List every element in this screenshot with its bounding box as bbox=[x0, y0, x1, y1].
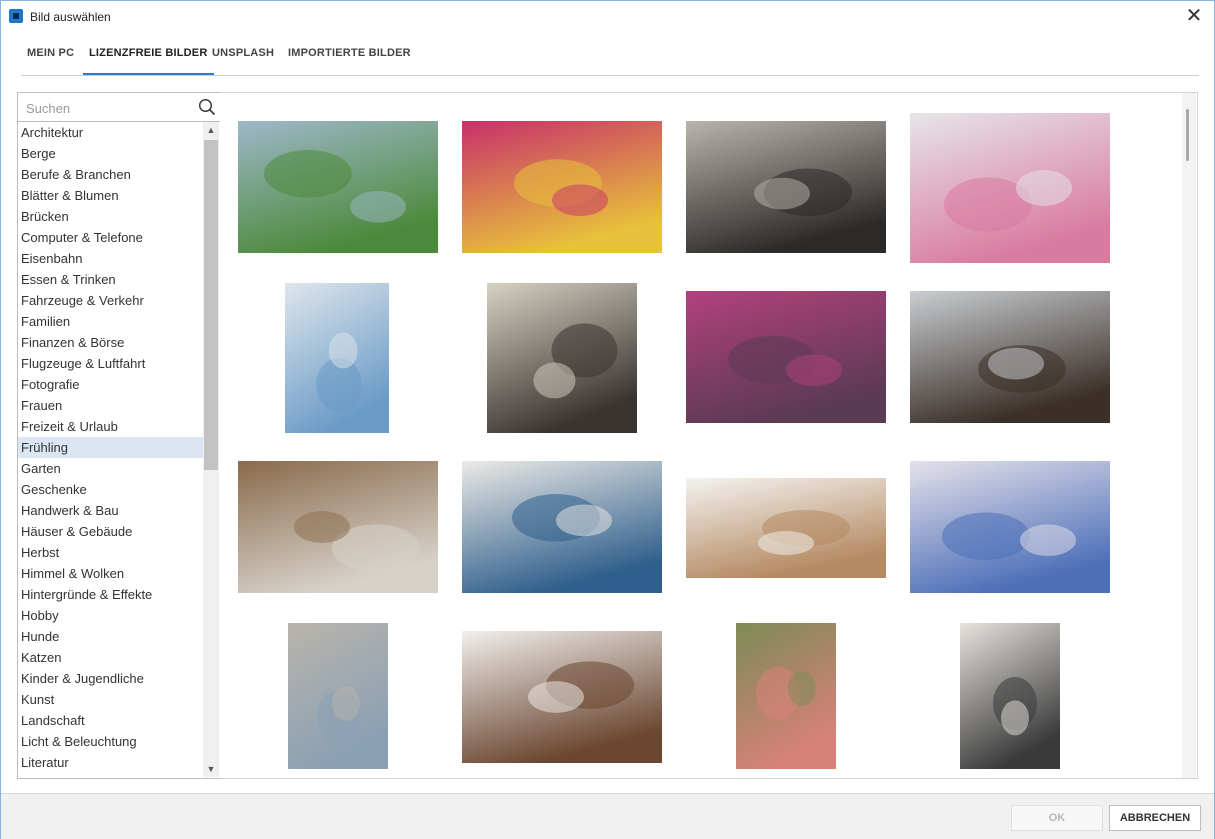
category-panel: ArchitekturBergeBerufe & BranchenBlätter… bbox=[17, 92, 221, 779]
category-item[interactable]: Fotografie bbox=[18, 374, 203, 395]
category-item[interactable]: Licht & Beleuchtung bbox=[18, 731, 203, 752]
category-item[interactable]: Berge bbox=[18, 143, 203, 164]
category-item[interactable]: Häuser & Gebäude bbox=[18, 521, 203, 542]
image-grid bbox=[220, 92, 1198, 779]
category-item[interactable]: Hobby bbox=[18, 605, 203, 626]
scroll-up-icon[interactable]: ▲ bbox=[203, 122, 219, 138]
tulips-photo[interactable] bbox=[462, 121, 662, 253]
scroll-down-icon[interactable]: ▼ bbox=[203, 761, 219, 777]
category-item[interactable]: Kunst bbox=[18, 689, 203, 710]
kitchen-pouring-photo[interactable] bbox=[960, 623, 1060, 769]
teacup-hands-photo[interactable] bbox=[285, 283, 389, 433]
category-item[interactable]: Berufe & Branchen bbox=[18, 164, 203, 185]
image-picker-dialog: Bild auswählen ✕ MEIN PC LIZENZFREIE BIL… bbox=[0, 0, 1215, 839]
category-item[interactable]: Brücken bbox=[18, 206, 203, 227]
category-item[interactable]: Literatur bbox=[18, 752, 203, 773]
category-scrollbar[interactable]: ▲ ▼ bbox=[203, 122, 219, 777]
close-icon[interactable]: ✕ bbox=[1182, 5, 1206, 27]
search-input[interactable] bbox=[24, 97, 193, 119]
category-item[interactable]: Eisenbahn bbox=[18, 248, 203, 269]
coffee-table-photo[interactable] bbox=[462, 631, 662, 763]
writing-desk-photo[interactable] bbox=[686, 478, 886, 578]
title-bar: Bild auswählen ✕ bbox=[1, 1, 1214, 32]
category-item[interactable]: Frauen bbox=[18, 395, 203, 416]
grape-hyacinth-photo[interactable] bbox=[910, 461, 1110, 593]
woman-field-photo[interactable] bbox=[288, 623, 388, 769]
category-item[interactable]: Katzen bbox=[18, 647, 203, 668]
cancel-button[interactable]: ABBRECHEN bbox=[1109, 805, 1201, 831]
category-item[interactable]: Architektur bbox=[18, 122, 203, 143]
category-item[interactable]: Hunde bbox=[18, 626, 203, 647]
scrollbar-thumb[interactable] bbox=[204, 140, 218, 470]
dialog-footer: OK ABBRECHEN bbox=[1, 793, 1214, 839]
tab-lizenzfreie-bilder[interactable]: LIZENZFREIE BILDER bbox=[83, 33, 214, 75]
category-item[interactable]: Blätter & Blumen bbox=[18, 185, 203, 206]
tab-importierte-bilder[interactable]: IMPORTIERTE BILDER bbox=[282, 33, 417, 74]
category-item[interactable]: Finanzen & Börse bbox=[18, 332, 203, 353]
woman-cafe-photo[interactable] bbox=[462, 461, 662, 593]
ok-button[interactable]: OK bbox=[1011, 805, 1103, 831]
search-icon[interactable] bbox=[198, 98, 216, 116]
category-item[interactable]: Fahrzeuge & Verkehr bbox=[18, 290, 203, 311]
category-item[interactable]: Herbst bbox=[18, 542, 203, 563]
tree-meadow-photo[interactable] bbox=[238, 121, 438, 253]
category-item[interactable]: Frühling bbox=[18, 437, 203, 458]
category-item[interactable]: Hintergründe & Effekte bbox=[18, 584, 203, 605]
category-item[interactable]: Flugzeuge & Luftfahrt bbox=[18, 353, 203, 374]
window-title: Bild auswählen bbox=[30, 10, 111, 24]
garden-trowel-soil-photo[interactable] bbox=[910, 291, 1110, 423]
scrollbar-thumb[interactable] bbox=[1186, 109, 1189, 161]
category-item[interactable]: Geschenke bbox=[18, 479, 203, 500]
category-item[interactable]: Computer & Telefone bbox=[18, 227, 203, 248]
category-list: Architektur Berge Berufe & Branchen Blätter… bbox=[18, 122, 203, 777]
category-item[interactable]: Himmel & Wolken bbox=[18, 563, 203, 584]
easter-eggs-nest-photo[interactable] bbox=[686, 121, 886, 253]
category-item[interactable]: Familien bbox=[18, 311, 203, 332]
flower-market-photo[interactable] bbox=[736, 623, 836, 769]
app-icon bbox=[9, 9, 23, 23]
category-item[interactable]: Garten bbox=[18, 458, 203, 479]
category-item[interactable]: Freizeit & Urlaub bbox=[18, 416, 203, 437]
category-item[interactable]: Landschaft bbox=[18, 710, 203, 731]
category-item[interactable]: Essen & Trinken bbox=[18, 269, 203, 290]
category-item[interactable]: Handwerk & Bau bbox=[18, 500, 203, 521]
potting-table-photo[interactable] bbox=[238, 461, 438, 593]
search-box bbox=[18, 93, 220, 122]
pink-blossom-tree-photo[interactable] bbox=[686, 291, 886, 423]
tab-unsplash[interactable]: UNSPLASH bbox=[206, 33, 280, 74]
image-grid-scrollbar[interactable] bbox=[1182, 93, 1196, 778]
category-item[interactable]: Kinder & Jugendliche bbox=[18, 668, 203, 689]
tab-mein-pc[interactable]: MEIN PC bbox=[21, 33, 80, 74]
source-tabs: MEIN PC LIZENZFREIE BILDER UNSPLASH IMPO… bbox=[21, 33, 1199, 76]
woman-street-photo[interactable] bbox=[487, 283, 637, 433]
flower-bouquet-jug-photo[interactable] bbox=[910, 113, 1110, 263]
